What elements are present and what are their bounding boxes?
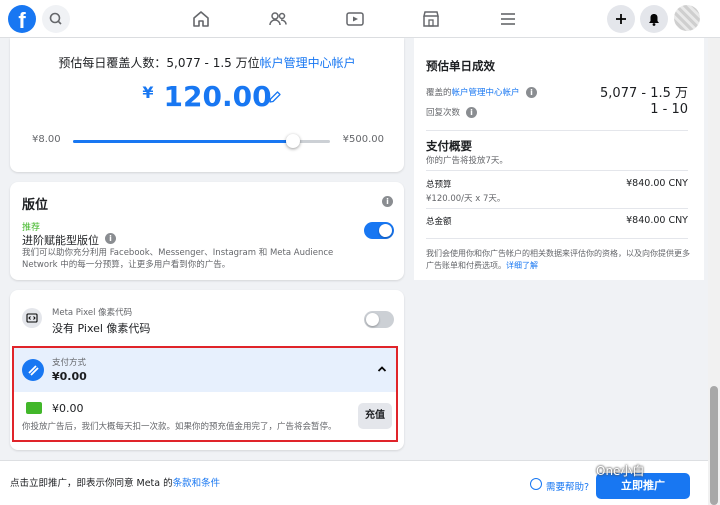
scrollbar[interactable] [708,38,720,505]
total-amount-label: 总金额 [426,217,452,227]
advantage-placements-label: 进阶赋能型版位 [22,234,99,247]
disclaimer: 我们会使用你和你广告帐户的相关数据来评估你的资格，以及向你提供更多广告账单和付费… [426,248,690,272]
pixel-payment-card: Meta Pixel 像素代码 没有 Pixel 像素代码 支付方式 ¥0.00… [10,290,404,450]
code-icon [26,313,38,323]
reach-text: 预估每日覆盖人数：5,077 - 1.5 万位 [58,56,260,70]
divider [426,130,688,131]
search-icon [49,12,62,25]
payment-method-section: 支付方式 ¥0.00 ¥0.00 你投放广告后，我们大概每天扣一次款。如果你的预… [12,346,398,442]
payment-note: 你投放广告后，我们大概每天扣一次款。如果你的预充值金用完了，广告将会暂停。 [22,422,337,432]
prepaid-balance: ¥0.00 [52,402,84,415]
bell-icon [649,14,659,26]
slider-max-label: ¥500.00 [342,134,384,145]
budget-value: 120.00 [163,80,272,113]
covered-link[interactable]: 帐户管理中心帐户 [452,88,520,98]
daily-budget-amount: ¥120.00 [10,80,404,113]
estimated-reach: 预估每日覆盖人数：5,077 - 1.5 万位帐户管理中心帐户 [10,54,404,71]
total-budget-value: ¥840.00 CNY [626,178,688,189]
payment-summary-subtitle: 你的广告将投放7天。 [426,156,508,166]
search-button[interactable] [42,5,70,33]
payment-icon [28,365,39,376]
total-amount-value: ¥840.00 CNY [626,215,688,226]
accounts-center-link[interactable]: 帐户管理中心帐户 [260,56,356,70]
payment-method-label: 支付方式 [52,358,87,368]
create-button[interactable] [607,5,635,33]
summary-panel: 预估单日成效 覆盖的帐户管理中心帐户 i 5,077 - 1.5 万 回复次数 … [414,38,704,280]
advantage-placements-toggle[interactable] [364,222,394,239]
chevron-up-icon[interactable] [376,363,388,375]
total-budget-label: 总预算 [426,180,452,190]
payment-icon-wrapper [22,359,44,381]
info-icon[interactable]: i [526,87,537,98]
pixel-value: 没有 Pixel 像素代码 [52,322,151,335]
help-link[interactable]: 需要帮助? [546,479,589,493]
pixel-label: Meta Pixel 像素代码 [52,308,133,318]
divider [426,170,688,171]
watermark: One小白 [596,464,645,478]
total-budget-detail: ¥120.00/天 x 7天。 [426,194,506,204]
frequency-label: 回复次数 [426,108,461,118]
top-navigation: f [0,0,720,38]
info-icon[interactable]: i [466,107,477,118]
placement-card: 版位 i 推荐 进阶赋能型版位 i 我们可以助你充分利用 Facebook、Me… [10,182,404,280]
payment-method-amount: ¥0.00 [52,370,87,383]
marketplace-icon[interactable] [420,8,442,30]
frequency-value: 1 - 10 [650,102,688,117]
advantage-placements-description: 我们可以助你充分利用 Facebook、Messenger、Instagram … [22,248,334,270]
help-icon[interactable] [530,478,542,490]
payment-summary-title: 支付概要 [426,139,472,153]
covered-prefix: 覆盖的 [426,88,452,98]
terms-text: 点击立即推广，即表示你同意 Meta 的 [10,478,173,489]
pixel-toggle[interactable] [364,311,394,328]
learn-more-link[interactable]: 详细了解 [506,261,538,270]
avatar[interactable] [674,5,700,31]
pencil-icon[interactable] [268,90,282,104]
plus-icon [616,14,626,24]
menu-icon[interactable] [497,8,519,30]
toggle-knob [366,313,379,326]
friends-icon[interactable] [267,8,289,30]
scrollbar-thumb[interactable] [710,386,718,505]
toggle-knob [379,224,392,237]
home-icon[interactable] [190,8,212,30]
video-icon[interactable] [344,8,366,30]
disclaimer-text: 我们会使用你和你广告帐户的相关数据来评估你的资格，以及向你提供更多广告账单和付费… [426,249,690,270]
terms-notice: 点击立即推广，即表示你同意 Meta 的条款和条件 [10,475,220,489]
top-up-button[interactable]: 充值 [358,403,392,429]
slider-thumb[interactable] [285,134,300,148]
pixel-icon-wrapper [22,308,42,328]
covered-value: 5,077 - 1.5 万 [600,86,688,101]
placement-title: 版位 [22,198,49,213]
estimated-results-title: 预估单日成效 [426,59,495,73]
info-icon[interactable]: i [382,196,393,207]
facebook-logo[interactable]: f [8,5,36,33]
budget-slider[interactable] [73,134,330,148]
payment-method-header[interactable]: 支付方式 ¥0.00 [14,348,396,392]
budget-card: 预估每日覆盖人数：5,077 - 1.5 万位帐户管理中心帐户 ¥120.00 … [10,38,404,172]
divider [426,238,688,239]
terms-link[interactable]: 条款和条件 [173,478,221,489]
currency-symbol: ¥ [142,83,154,102]
notifications-button[interactable] [640,5,668,33]
covered-label: 覆盖的帐户管理中心帐户 [426,86,520,98]
card-icon [26,402,42,414]
slider-fill [73,140,293,143]
info-icon[interactable]: i [105,233,116,244]
slider-min-label: ¥8.00 [32,134,61,145]
divider [426,208,688,209]
